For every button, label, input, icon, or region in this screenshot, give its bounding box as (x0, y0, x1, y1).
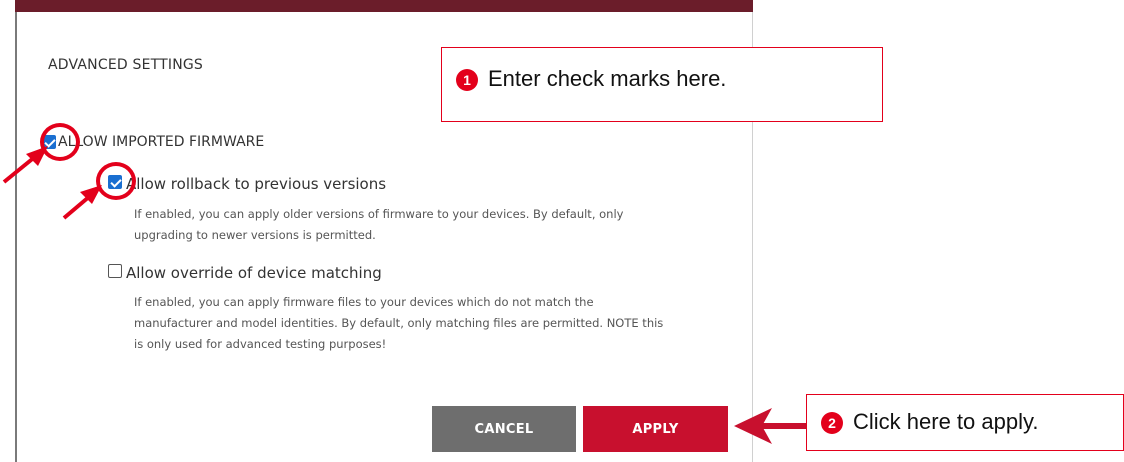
callout-enter-check-marks: 1 Enter check marks here. (441, 47, 883, 122)
description-line: If enabled, you can apply older versions… (134, 207, 624, 221)
callout-text: Click here to apply. (853, 409, 1039, 434)
description-line: is only used for advanced testing purpos… (134, 337, 387, 351)
cancel-button[interactable]: CANCEL (432, 406, 576, 452)
red-arrow-icon (2, 146, 48, 184)
allow-override-matching-label: Allow override of device matching (126, 264, 382, 282)
apply-button[interactable]: APPLY (583, 406, 728, 452)
step-number-badge: 1 (456, 69, 478, 92)
callout-click-apply: 2 Click here to apply. (806, 394, 1124, 451)
allow-override-matching-description: If enabled, you can apply firmware files… (134, 292, 663, 355)
red-arrow-icon (62, 185, 102, 220)
allow-imported-firmware-label: ALLOW IMPORTED FIRMWARE (58, 134, 265, 150)
dialog-title: ADVANCED SETTINGS (48, 57, 204, 73)
description-line: upgrading to newer versions is permitted… (134, 228, 376, 242)
allow-rollback-label: Allow rollback to previous versions (126, 175, 387, 193)
red-arrow-icon (734, 408, 806, 444)
allow-rollback-description: If enabled, you can apply older versions… (134, 204, 623, 246)
description-line: If enabled, you can apply firmware files… (134, 295, 594, 309)
dialog-top-bar (15, 0, 753, 12)
description-line: manufacturer and model identities. By de… (134, 316, 664, 330)
allow-override-matching-checkbox[interactable] (108, 264, 122, 278)
step-number-badge: 2 (821, 412, 843, 435)
callout-text: Enter check marks here. (488, 66, 727, 91)
